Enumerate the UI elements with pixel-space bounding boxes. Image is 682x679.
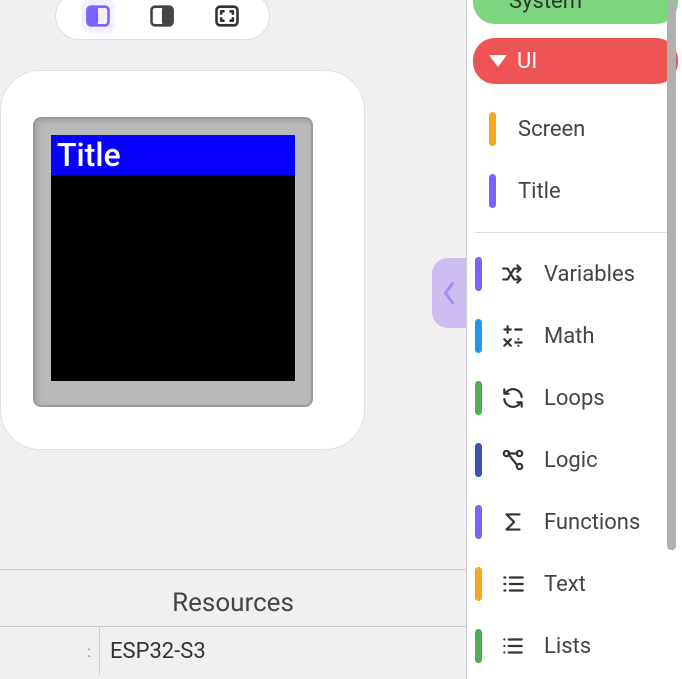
list-text-icon (500, 571, 526, 597)
split-left-icon (84, 2, 112, 30)
list-item-label: Screen (518, 117, 585, 142)
color-indicator (475, 505, 482, 539)
color-indicator (475, 567, 482, 601)
ui-subitems: Screen Title (467, 98, 682, 222)
color-indicator (475, 443, 482, 477)
view-toolbar (55, 0, 270, 40)
resource-chip: ESP32-S3 (100, 639, 206, 664)
shuffle-icon (500, 261, 526, 287)
list-icon (500, 633, 526, 659)
fullscreen-button[interactable] (210, 0, 244, 33)
chevron-down-icon (489, 55, 507, 67)
sigma-icon (500, 509, 526, 535)
ui-screen-item[interactable]: Screen (467, 98, 682, 160)
preview-card: Title (0, 70, 365, 450)
color-indicator (475, 257, 482, 291)
color-indicator (475, 629, 482, 663)
graph-icon (500, 447, 526, 473)
scrollbar[interactable] (667, 0, 676, 550)
category-label: System (509, 0, 582, 14)
expand-icon (213, 2, 241, 30)
category-label: Logic (544, 448, 598, 473)
category-functions[interactable]: Functions (467, 491, 682, 553)
category-lists[interactable]: Lists (467, 615, 682, 677)
color-indicator (475, 319, 482, 353)
category-label: Lists (544, 634, 591, 659)
chevron-left-icon (440, 281, 458, 305)
split-right-button[interactable] (145, 0, 179, 33)
color-indicator (489, 112, 496, 146)
category-label: Functions (544, 510, 640, 535)
category-label: Text (544, 572, 586, 597)
category-logic[interactable]: Logic (467, 429, 682, 491)
block-palette: System UI Screen Title Variables Math Lo… (466, 0, 682, 679)
color-indicator (475, 381, 482, 415)
device-screen[interactable]: Title (51, 135, 295, 381)
category-math[interactable]: Math (467, 305, 682, 367)
screen-title-bar[interactable]: Title (51, 135, 295, 175)
category-label: Variables (544, 262, 635, 287)
category-label: UI (517, 49, 537, 74)
split-view-button[interactable] (81, 0, 115, 33)
separator (475, 232, 674, 233)
category-text[interactable]: Text (467, 553, 682, 615)
split-right-icon (148, 2, 176, 30)
category-label: Loops (544, 386, 605, 411)
category-ui[interactable]: UI (473, 38, 678, 84)
resources-panel: Resources ESP32-S3 (0, 569, 466, 679)
math-ops-icon (500, 323, 526, 349)
list-item-label: Title (518, 179, 561, 204)
color-indicator (489, 174, 496, 208)
category-label: Math (544, 324, 595, 349)
category-system[interactable]: System (473, 0, 678, 24)
resource-label-col (0, 627, 100, 675)
ui-title-item[interactable]: Title (467, 160, 682, 222)
resources-header: Resources (0, 570, 466, 627)
collapse-sidebar-tab[interactable] (432, 258, 466, 328)
device-frame: Title (33, 117, 313, 407)
cycle-icon (500, 385, 526, 411)
left-panel: Title Resources ESP32-S3 (0, 0, 466, 679)
resources-row: ESP32-S3 (0, 627, 466, 675)
category-loops[interactable]: Loops (467, 367, 682, 429)
category-variables[interactable]: Variables (467, 243, 682, 305)
